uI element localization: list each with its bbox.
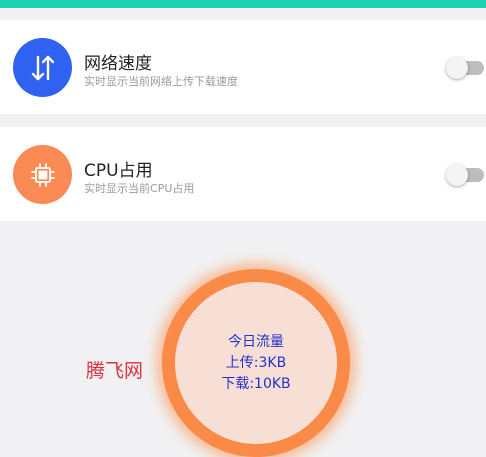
toggle-thumb <box>446 164 468 186</box>
network-speed-toggle[interactable] <box>446 57 484 79</box>
toggle-thumb <box>446 57 468 79</box>
top-status-bar <box>0 0 486 8</box>
cpu-usage-card[interactable]: CPU占用 实时显示当前CPU占用 <box>0 127 486 221</box>
network-speed-card[interactable]: 网络速度 实时显示当前网络上传下载速度 <box>0 20 486 114</box>
cpu-usage-title: CPU占用 <box>84 161 153 181</box>
cpu-usage-toggle[interactable] <box>446 164 484 186</box>
upload-amount: 上传:3KB <box>225 354 287 371</box>
download-amount: 下载:10KB <box>221 375 291 392</box>
swap-arrows-icon <box>31 55 54 80</box>
chip-icon <box>30 162 55 187</box>
cpu-usage-icon-circle <box>13 145 72 204</box>
network-speed-icon-circle <box>13 38 72 97</box>
today-traffic-title: 今日流量 <box>228 333 284 350</box>
network-speed-title: 网络速度 <box>84 54 152 74</box>
today-traffic-panel: 今日流量 上传:3KB 下载:10KB <box>175 282 337 444</box>
cpu-usage-subtitle: 实时显示当前CPU占用 <box>84 182 195 195</box>
today-traffic-ring[interactable]: 今日流量 上传:3KB 下载:10KB <box>162 269 350 457</box>
watermark-text: 腾飞网 <box>86 360 144 382</box>
network-speed-subtitle: 实时显示当前网络上传下载速度 <box>84 75 238 88</box>
